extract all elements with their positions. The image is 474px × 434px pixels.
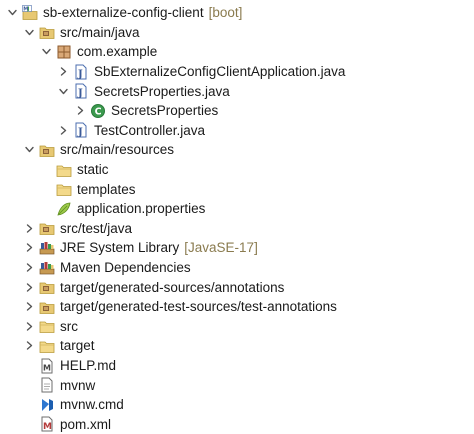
source-folder-icon (39, 24, 55, 40)
tree-item-label: src/main/java (60, 24, 140, 40)
folder-icon (39, 318, 55, 334)
folder-icon (56, 162, 72, 178)
library-icon (39, 240, 55, 256)
chevron-right-icon[interactable] (23, 281, 35, 293)
tree-item[interactable]: application.properties (0, 199, 205, 219)
maven-pom-icon: M (39, 416, 55, 432)
tree-item[interactable]: Mpom.xml (0, 415, 111, 434)
tree-item[interactable]: J SbExternalizeConfigClientApplication.ja… (0, 62, 345, 82)
chevron-right-icon[interactable] (23, 242, 35, 254)
tree-item-label: mvnw.cmd (60, 397, 124, 413)
project-explorer-tree: M Jsb-externalize-config-client [boot] src/… (0, 0, 474, 434)
chevron-down-icon[interactable] (40, 46, 52, 58)
tree-item[interactable]: M HELP.md (0, 356, 116, 376)
tree-item-decoration: [JavaSE-17] (184, 240, 258, 256)
svg-text:M: M (43, 363, 51, 372)
chevron-right-icon[interactable] (23, 301, 35, 313)
text-file-icon (39, 377, 55, 393)
tree-item-label: src/test/java (60, 220, 133, 236)
chevron-right-icon[interactable] (74, 105, 86, 117)
tree-item-label: pom.xml (60, 416, 112, 432)
tree-item[interactable]: C SecretsProperties (0, 101, 218, 121)
chevron-right-icon[interactable] (23, 320, 35, 332)
tree-item-label: target/generated-sources/annotations (60, 279, 285, 295)
source-folder-icon (39, 279, 55, 295)
svg-text:C: C (95, 106, 102, 117)
svg-text:J: J (77, 127, 83, 138)
svg-text:J: J (77, 88, 83, 99)
source-folder-icon (39, 142, 55, 158)
java-file-icon: J (73, 64, 89, 80)
tree-item-label: static (77, 162, 109, 178)
tree-item[interactable]: Maven Dependencies (0, 258, 191, 278)
cmd-file-icon (39, 397, 55, 413)
svg-text:J: J (77, 69, 83, 80)
chevron-right-icon[interactable] (23, 262, 35, 274)
package-icon (56, 44, 72, 60)
markdown-file-icon: M (39, 358, 55, 374)
tree-item[interactable]: J TestController.java (0, 121, 205, 141)
source-folder-icon (39, 220, 55, 236)
source-folder-icon (39, 299, 55, 315)
tree-item-label: TestController.java (94, 122, 206, 138)
tree-item-decoration: [boot] (208, 5, 243, 21)
properties-file-icon (56, 201, 72, 217)
tree-item[interactable]: mvnw.cmd (0, 395, 124, 415)
chevron-right-icon[interactable] (57, 66, 69, 78)
tree-item[interactable]: templates (0, 179, 136, 199)
chevron-right-icon[interactable] (23, 340, 35, 352)
tree-item-label: HELP.md (60, 358, 117, 374)
tree-item-label: templates (77, 181, 136, 197)
chevron-down-icon[interactable] (6, 7, 18, 19)
folder-icon (56, 181, 72, 197)
java-file-icon: J (73, 122, 89, 138)
tree-item-label: src/main/resources (60, 142, 175, 158)
tree-item[interactable]: static (0, 160, 109, 180)
tree-item-label: target (60, 338, 95, 354)
tree-item-label: SecretsProperties (111, 103, 219, 119)
chevron-down-icon[interactable] (23, 144, 35, 156)
chevron-right-icon[interactable] (57, 124, 69, 136)
java-file-icon: J (73, 83, 89, 99)
class-icon: C (90, 103, 106, 119)
tree-item-label: application.properties (77, 201, 206, 217)
tree-item[interactable]: src/main/java (0, 23, 140, 43)
tree-item[interactable]: src/test/java (0, 219, 132, 239)
tree-item[interactable]: JRE System Library [JavaSE-17] (0, 238, 258, 258)
tree-item-label: SecretsProperties.java (94, 83, 230, 99)
library-icon (39, 260, 55, 276)
tree-item-label: sb-externalize-config-client (43, 5, 204, 21)
tree-item[interactable]: src/main/resources (0, 140, 174, 160)
chevron-down-icon[interactable] (57, 85, 69, 97)
tree-item[interactable]: target/generated-sources/annotations (0, 277, 284, 297)
tree-item-label: target/generated-test-sources/test-annot… (60, 299, 337, 315)
tree-item[interactable]: mvnw (0, 375, 95, 395)
tree-item-label: SbExternalizeConfigClientApplication.jav… (94, 64, 346, 80)
tree-item[interactable]: M J sb-externalize-config-client [boot] (0, 3, 242, 23)
tree-item-label: JRE System Library (60, 240, 180, 256)
tree-item-label: src (60, 318, 78, 334)
svg-text:J: J (27, 6, 30, 12)
tree-item[interactable]: target (0, 336, 95, 356)
tree-item[interactable]: src (0, 317, 78, 337)
maven-boot-project-icon: MJ (22, 4, 38, 21)
tree-item[interactable]: target/generated-test-sources/test-annot… (0, 297, 337, 317)
tree-item[interactable]: com.example (0, 42, 157, 62)
tree-item-label: com.example (77, 44, 158, 60)
tree-item-label: Maven Dependencies (60, 260, 191, 276)
tree-item-label: mvnw (60, 377, 96, 393)
chevron-right-icon[interactable] (23, 222, 35, 234)
svg-text:M: M (43, 422, 52, 432)
folder-icon (39, 338, 55, 354)
tree-item[interactable]: J SecretsProperties.java (0, 81, 230, 101)
chevron-down-icon[interactable] (23, 26, 35, 38)
